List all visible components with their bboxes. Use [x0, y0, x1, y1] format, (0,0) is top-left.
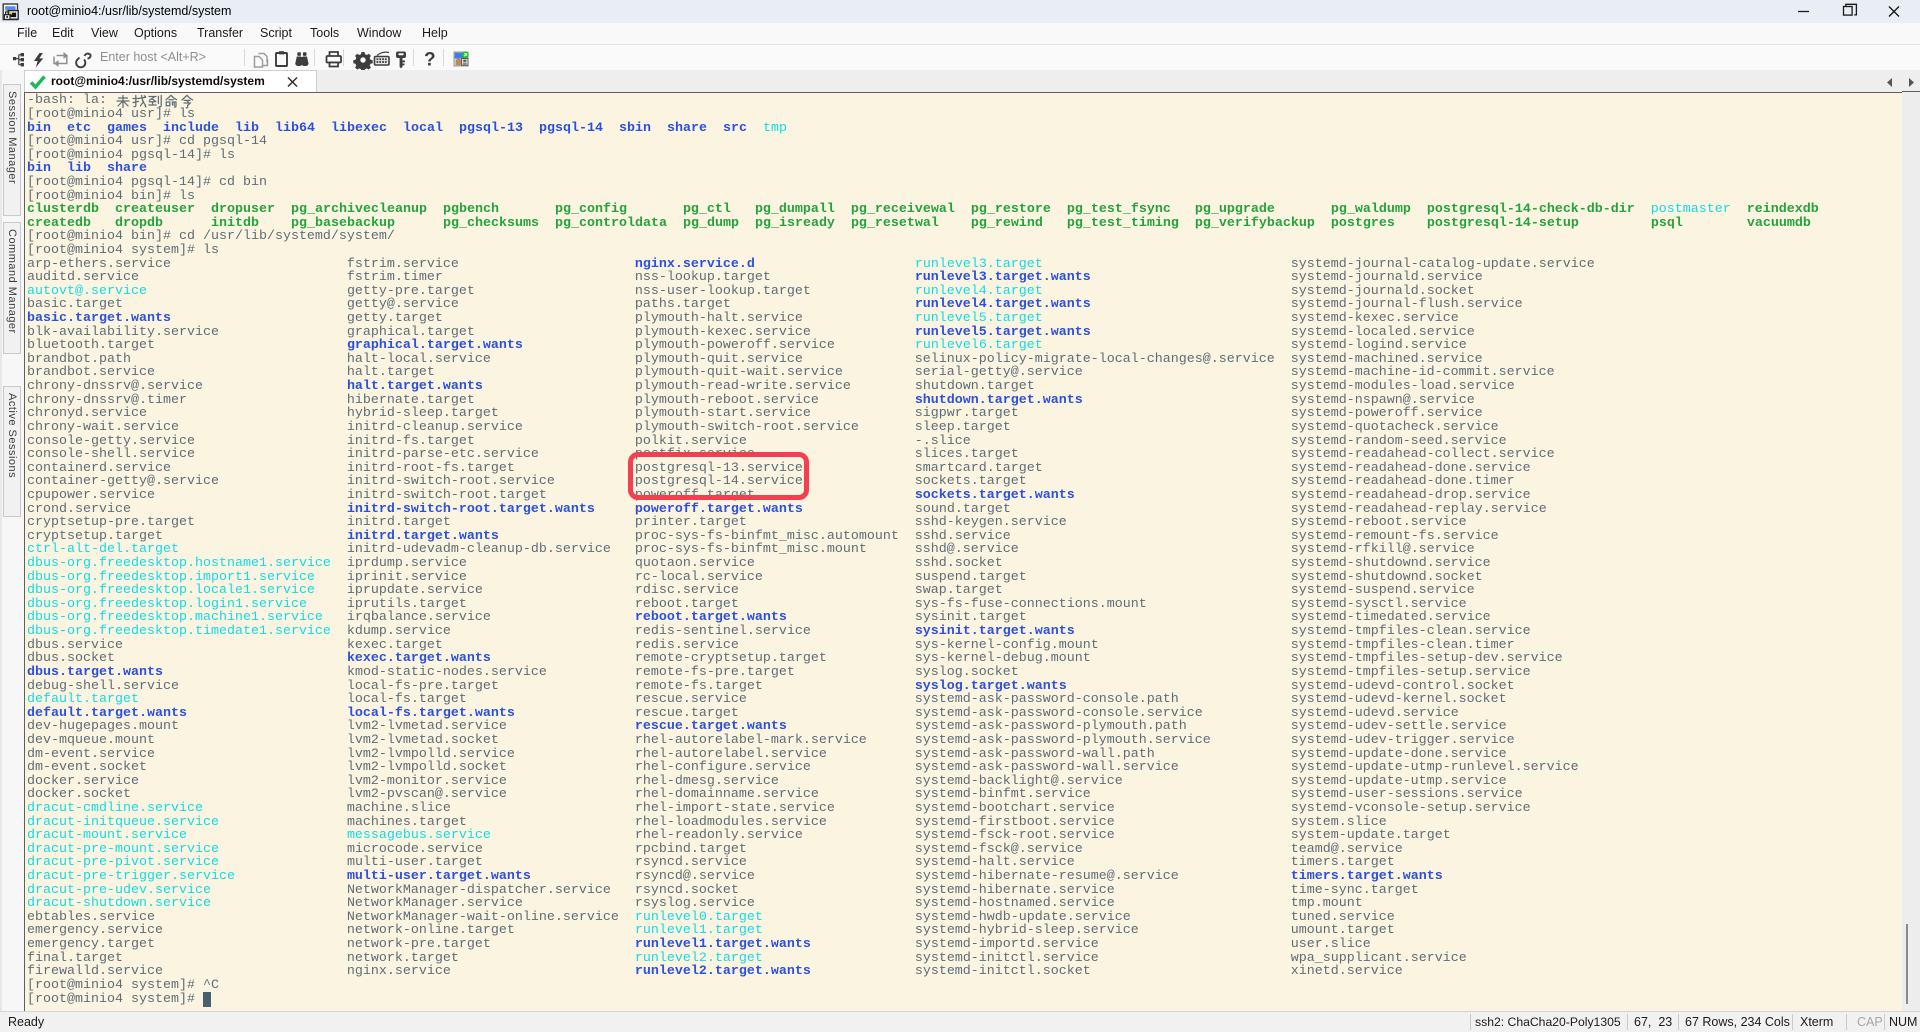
svg-text:?: ?	[424, 50, 436, 71]
